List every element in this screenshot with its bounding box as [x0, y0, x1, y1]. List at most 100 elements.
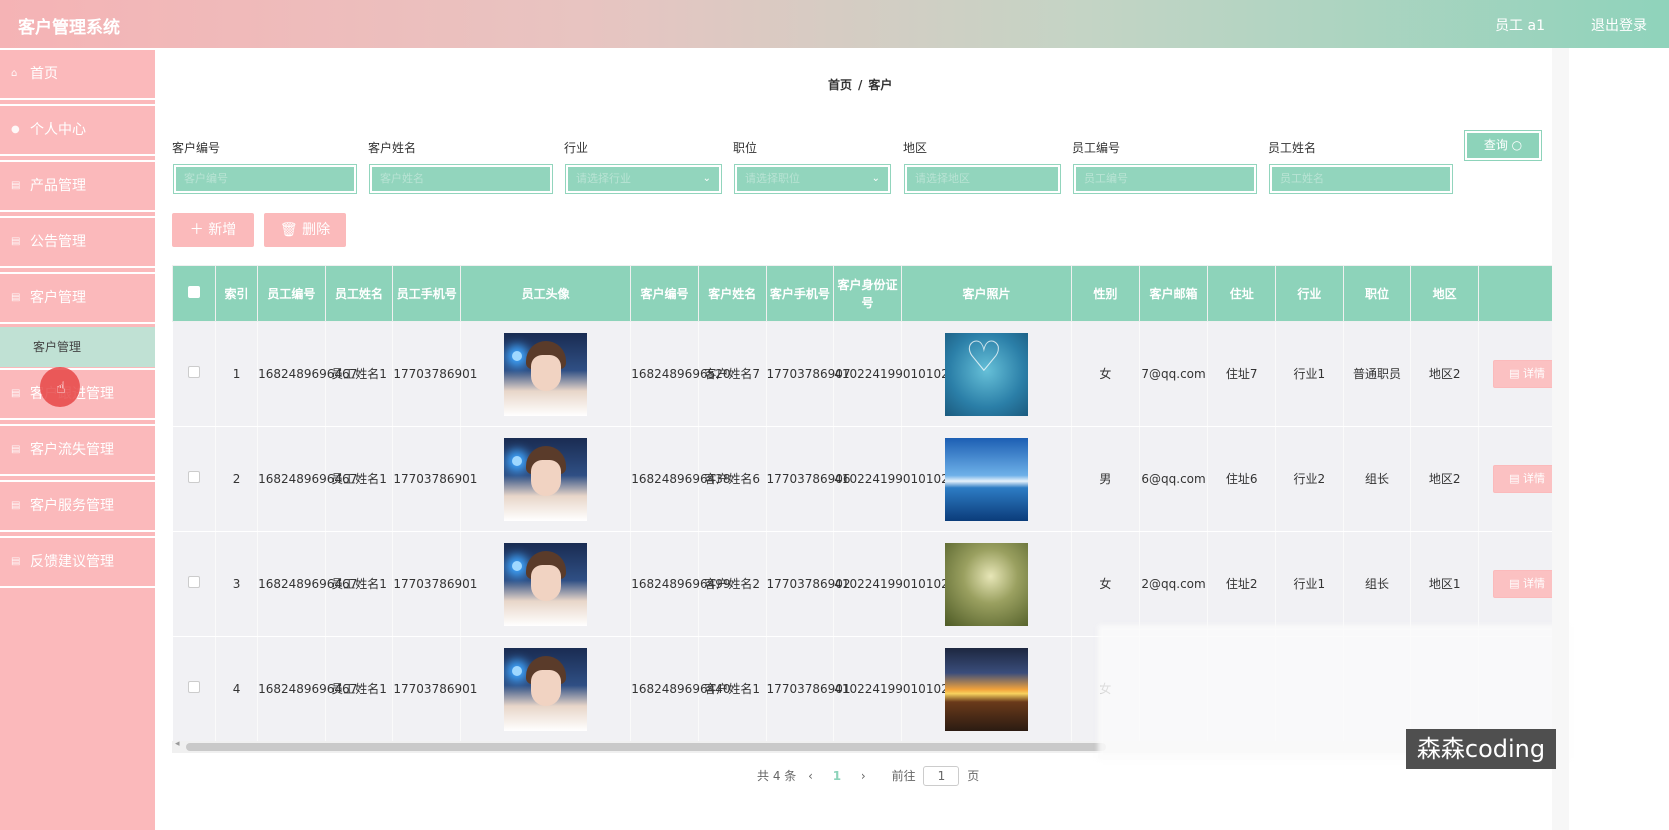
- employee-name-input[interactable]: 员工姓名: [1269, 164, 1453, 194]
- header-select-all[interactable]: [172, 265, 217, 322]
- sidebar-item-label: 产品管理: [30, 178, 86, 194]
- sidebar-item-products[interactable]: ▤ 产品管理: [0, 160, 155, 212]
- breadcrumb: 首页 / 客户: [828, 76, 892, 93]
- doc-icon: ▤: [1509, 577, 1520, 590]
- detail-button[interactable]: ▤ 详情: [1493, 570, 1552, 598]
- cell-actions: ▤ 详情: [1478, 426, 1552, 532]
- region-select[interactable]: 请选择地区: [904, 164, 1061, 194]
- industry-select[interactable]: 请选择行业 ⌄: [565, 164, 722, 194]
- checkbox[interactable]: [187, 575, 200, 588]
- scroll-left-icon[interactable]: ◂: [175, 739, 180, 749]
- table-row: 2 1682489696467 员工姓名1 17703786901 168248…: [172, 426, 1552, 532]
- doc-icon: ▤: [1509, 367, 1520, 380]
- sidebar-subitem-customers[interactable]: 客户管理: [0, 327, 155, 367]
- row-select-cell[interactable]: [172, 426, 217, 532]
- column-header: 客户照片: [900, 265, 1073, 322]
- cell-id-no: 410224199010102007: [833, 321, 972, 427]
- employee-avatar[interactable]: [504, 437, 588, 521]
- list-icon: ▤: [11, 500, 21, 511]
- cell-industry: 行业2: [1275, 426, 1344, 532]
- sidebar-item-home[interactable]: ⌂ 首页: [0, 48, 155, 100]
- delete-button[interactable]: 🗑 删除: [264, 213, 346, 247]
- prev-page-button[interactable]: ‹: [808, 769, 813, 783]
- detail-button[interactable]: ▤ 详情: [1493, 465, 1552, 493]
- total-count: 共 4 条: [757, 769, 797, 783]
- checkbox[interactable]: [187, 680, 200, 693]
- cell-position: 普通职员: [1343, 321, 1412, 427]
- sidebar-item-profile[interactable]: ● 个人中心: [0, 104, 155, 156]
- query-label: 查询: [1483, 138, 1508, 152]
- employee-avatar[interactable]: [504, 332, 588, 416]
- goto-page-input[interactable]: 1: [923, 766, 960, 786]
- customer-photo[interactable]: [944, 437, 1028, 521]
- cell-region: 地区1: [1410, 531, 1480, 637]
- filter-label-region: 地区: [903, 141, 928, 155]
- row-select-cell[interactable]: [172, 531, 217, 637]
- cell-cust-phone: 17703786901: [766, 636, 851, 742]
- customer-no-input[interactable]: 客户编号: [173, 164, 357, 194]
- cell-cust-name: 客户姓名7: [698, 321, 767, 427]
- breadcrumb-current: 客户: [868, 78, 893, 92]
- detail-button[interactable]: ▤ 详情: [1493, 360, 1552, 388]
- detail-label: 详情: [1522, 577, 1545, 590]
- next-page-button[interactable]: ›: [861, 769, 866, 783]
- delete-label: 删除: [302, 222, 331, 238]
- position-select[interactable]: 请选择职位 ⌄: [734, 164, 891, 194]
- column-header: 性别: [1071, 265, 1140, 322]
- row-select-cell[interactable]: [172, 636, 217, 742]
- filter-label-position: 职位: [733, 141, 758, 155]
- list-icon: ▤: [11, 236, 21, 247]
- scrollbar-thumb[interactable]: [186, 743, 1106, 751]
- customer-name-input[interactable]: 客户姓名: [369, 164, 553, 194]
- column-header: 员工编号: [257, 265, 326, 322]
- page-number[interactable]: 1: [833, 769, 841, 783]
- logout-link[interactable]: 退出登录: [1591, 15, 1647, 35]
- sidebar-item-label: 公告管理: [30, 234, 86, 250]
- column-header: 客户邮箱: [1138, 265, 1209, 322]
- current-user: 员工 a1: [1495, 18, 1545, 34]
- checkbox[interactable]: [188, 285, 201, 298]
- detail-label: 详情: [1522, 367, 1545, 380]
- cell-emp-name: 员工姓名1: [325, 426, 394, 532]
- chevron-down-icon: ⌄: [871, 173, 880, 184]
- sidebar-item-notices[interactable]: ▤ 公告管理: [0, 216, 155, 268]
- list-icon: ▤: [11, 180, 21, 191]
- cell-email: 7@qq.com: [1139, 321, 1209, 427]
- cell-cust-no: 1682489696499: [630, 531, 731, 637]
- add-button[interactable]: ＋ 新增: [172, 213, 254, 247]
- customer-photo[interactable]: [944, 647, 1028, 731]
- query-button[interactable]: 查询 ○: [1464, 130, 1542, 161]
- cell-gender: 女: [1071, 321, 1140, 427]
- sidebar-item-churn[interactable]: ▤ 客户流失管理: [0, 424, 155, 476]
- employee-no-input[interactable]: 员工编号: [1073, 164, 1257, 194]
- top-header: 客户管理系统 员工 a1 退出登录: [0, 0, 1669, 48]
- row-select-cell[interactable]: [172, 321, 217, 427]
- sidebar-item-feedback[interactable]: ▤ 反馈建议管理: [0, 536, 155, 588]
- customer-photo[interactable]: ♡: [944, 332, 1028, 416]
- list-icon: ▤: [11, 292, 21, 303]
- breadcrumb-home[interactable]: 首页: [828, 78, 852, 92]
- column-header: 行业: [1275, 265, 1344, 322]
- cell-emp-name: 员工姓名1: [325, 531, 394, 637]
- cell-index: 1: [215, 321, 259, 427]
- sidebar-item-label: 客户服务管理: [30, 498, 114, 514]
- employee-avatar[interactable]: [504, 542, 588, 626]
- cell-region: 地区2: [1410, 321, 1480, 427]
- filter-label-employee-no: 员工编号: [1072, 141, 1121, 155]
- hand-cursor-icon: ☝: [56, 378, 66, 397]
- cell-id-no: 410224199010102006: [833, 426, 972, 532]
- checkbox[interactable]: [187, 470, 200, 483]
- column-header: 客户手机号: [765, 265, 835, 322]
- cell-position: 组长: [1343, 426, 1412, 532]
- customer-photo[interactable]: [944, 542, 1028, 626]
- cell-cust-phone: 17703786906: [766, 426, 851, 532]
- input-placeholder: 客户编号: [184, 172, 228, 185]
- employee-avatar[interactable]: [504, 647, 588, 731]
- sidebar-item-service[interactable]: ▤ 客户服务管理: [0, 480, 155, 532]
- checkbox[interactable]: [187, 365, 200, 378]
- doc-icon: ▤: [1509, 472, 1520, 485]
- column-header: 员工手机号: [392, 265, 462, 322]
- sidebar-item-customers[interactable]: ▤ 客户管理: [0, 272, 155, 324]
- right-edge: [1552, 48, 1569, 830]
- list-icon: ▤: [11, 556, 21, 567]
